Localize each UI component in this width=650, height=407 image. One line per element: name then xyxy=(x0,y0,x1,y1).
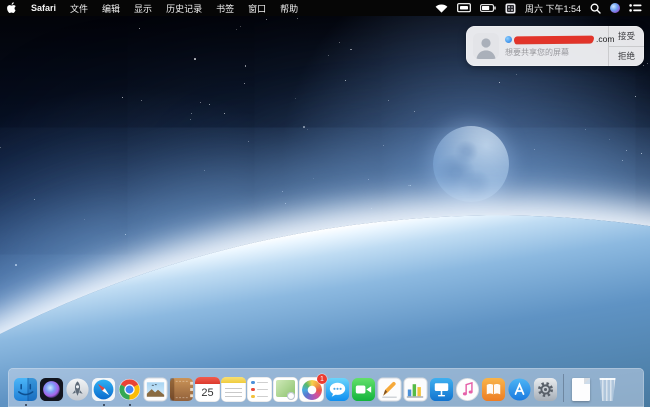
dock-safari[interactable] xyxy=(91,377,116,406)
siri-icon[interactable] xyxy=(610,3,620,13)
running-indicator xyxy=(128,403,131,406)
dock-numbers[interactable] xyxy=(403,377,428,402)
avatar xyxy=(473,33,499,59)
dock: 25 1 xyxy=(8,368,644,407)
apple-logo-icon xyxy=(7,2,16,13)
notification-center-icon[interactable] xyxy=(629,3,642,13)
running-indicator xyxy=(102,403,105,406)
app-menu-safari[interactable]: Safari xyxy=(24,0,63,16)
dock-calendar[interactable]: 25 xyxy=(195,377,220,402)
running-indicator xyxy=(24,403,27,406)
notification-message: 想要共享您的屏幕 xyxy=(505,48,569,57)
earth-horizon xyxy=(0,56,650,407)
photos-badge: 1 xyxy=(317,374,327,384)
menu-window[interactable]: 窗口 xyxy=(241,0,273,16)
decline-button[interactable]: 拒绝 xyxy=(609,45,644,67)
dock-reminders[interactable] xyxy=(247,377,272,402)
menu-help[interactable]: 帮助 xyxy=(273,0,305,16)
dock-photo-booth[interactable] xyxy=(273,377,298,402)
battery-icon[interactable] xyxy=(480,4,496,12)
spotlight-search-icon[interactable] xyxy=(590,3,601,14)
redacted-sender-address xyxy=(513,35,595,43)
reminders-icon xyxy=(247,377,272,402)
dock-keynote[interactable] xyxy=(429,377,454,402)
dock-app-store[interactable] xyxy=(507,377,532,402)
caller-app-icon xyxy=(505,35,512,43)
menu-bookmarks[interactable]: 书签 xyxy=(209,0,241,16)
dock-facetime[interactable] xyxy=(351,377,376,402)
dock-launchpad[interactable] xyxy=(65,377,90,402)
apple-menu[interactable] xyxy=(0,0,24,16)
calendar-day: 25 xyxy=(201,387,214,399)
accept-button[interactable]: 接受 xyxy=(609,26,644,46)
dock-chrome[interactable] xyxy=(117,377,142,406)
dock-divider xyxy=(563,374,564,402)
notes-icon xyxy=(221,377,246,402)
dock-messages[interactable] xyxy=(325,377,350,402)
dock-ibooks[interactable] xyxy=(481,377,506,402)
menu-edit[interactable]: 编辑 xyxy=(95,0,127,16)
menu-history[interactable]: 历史记录 xyxy=(159,0,209,16)
display-mirroring-icon[interactable] xyxy=(457,3,471,13)
input-method-icon[interactable] xyxy=(505,3,516,14)
dock-pages[interactable] xyxy=(377,377,402,402)
dock-photos[interactable]: 1 xyxy=(299,374,327,402)
moon xyxy=(433,126,509,202)
trash-icon xyxy=(599,378,616,401)
dock-notes[interactable] xyxy=(221,377,246,402)
dock-trash[interactable] xyxy=(595,377,620,402)
calendar-icon: 25 xyxy=(195,377,220,402)
dock-documents[interactable] xyxy=(569,377,594,402)
desktop: Safari 文件 编辑 显示 历史记录 书签 窗口 帮助 周六 下午1:54 xyxy=(0,0,650,407)
wifi-icon[interactable] xyxy=(435,3,448,13)
person-silhouette-icon xyxy=(476,38,496,59)
dock-preview[interactable] xyxy=(143,377,168,402)
calendar-header xyxy=(195,377,220,384)
menu-bar: Safari 文件 编辑 显示 历史记录 书签 窗口 帮助 周六 下午1:54 xyxy=(0,0,650,16)
dock-siri[interactable] xyxy=(39,377,64,402)
menu-file[interactable]: 文件 xyxy=(63,0,95,16)
wallpaper-sky xyxy=(0,16,650,407)
dock-finder[interactable] xyxy=(13,377,38,406)
photo-booth-icon xyxy=(273,377,298,402)
menu-bar-clock[interactable]: 周六 下午1:54 xyxy=(525,2,581,15)
screen-share-notification[interactable]: .com 想要共享您的屏幕 接受 拒绝 xyxy=(466,26,644,66)
documents-icon xyxy=(572,378,590,401)
dock-contacts[interactable] xyxy=(169,377,194,402)
dock-itunes[interactable] xyxy=(455,377,480,402)
dock-system-preferences[interactable] xyxy=(533,377,558,402)
menu-view[interactable]: 显示 xyxy=(127,0,159,16)
